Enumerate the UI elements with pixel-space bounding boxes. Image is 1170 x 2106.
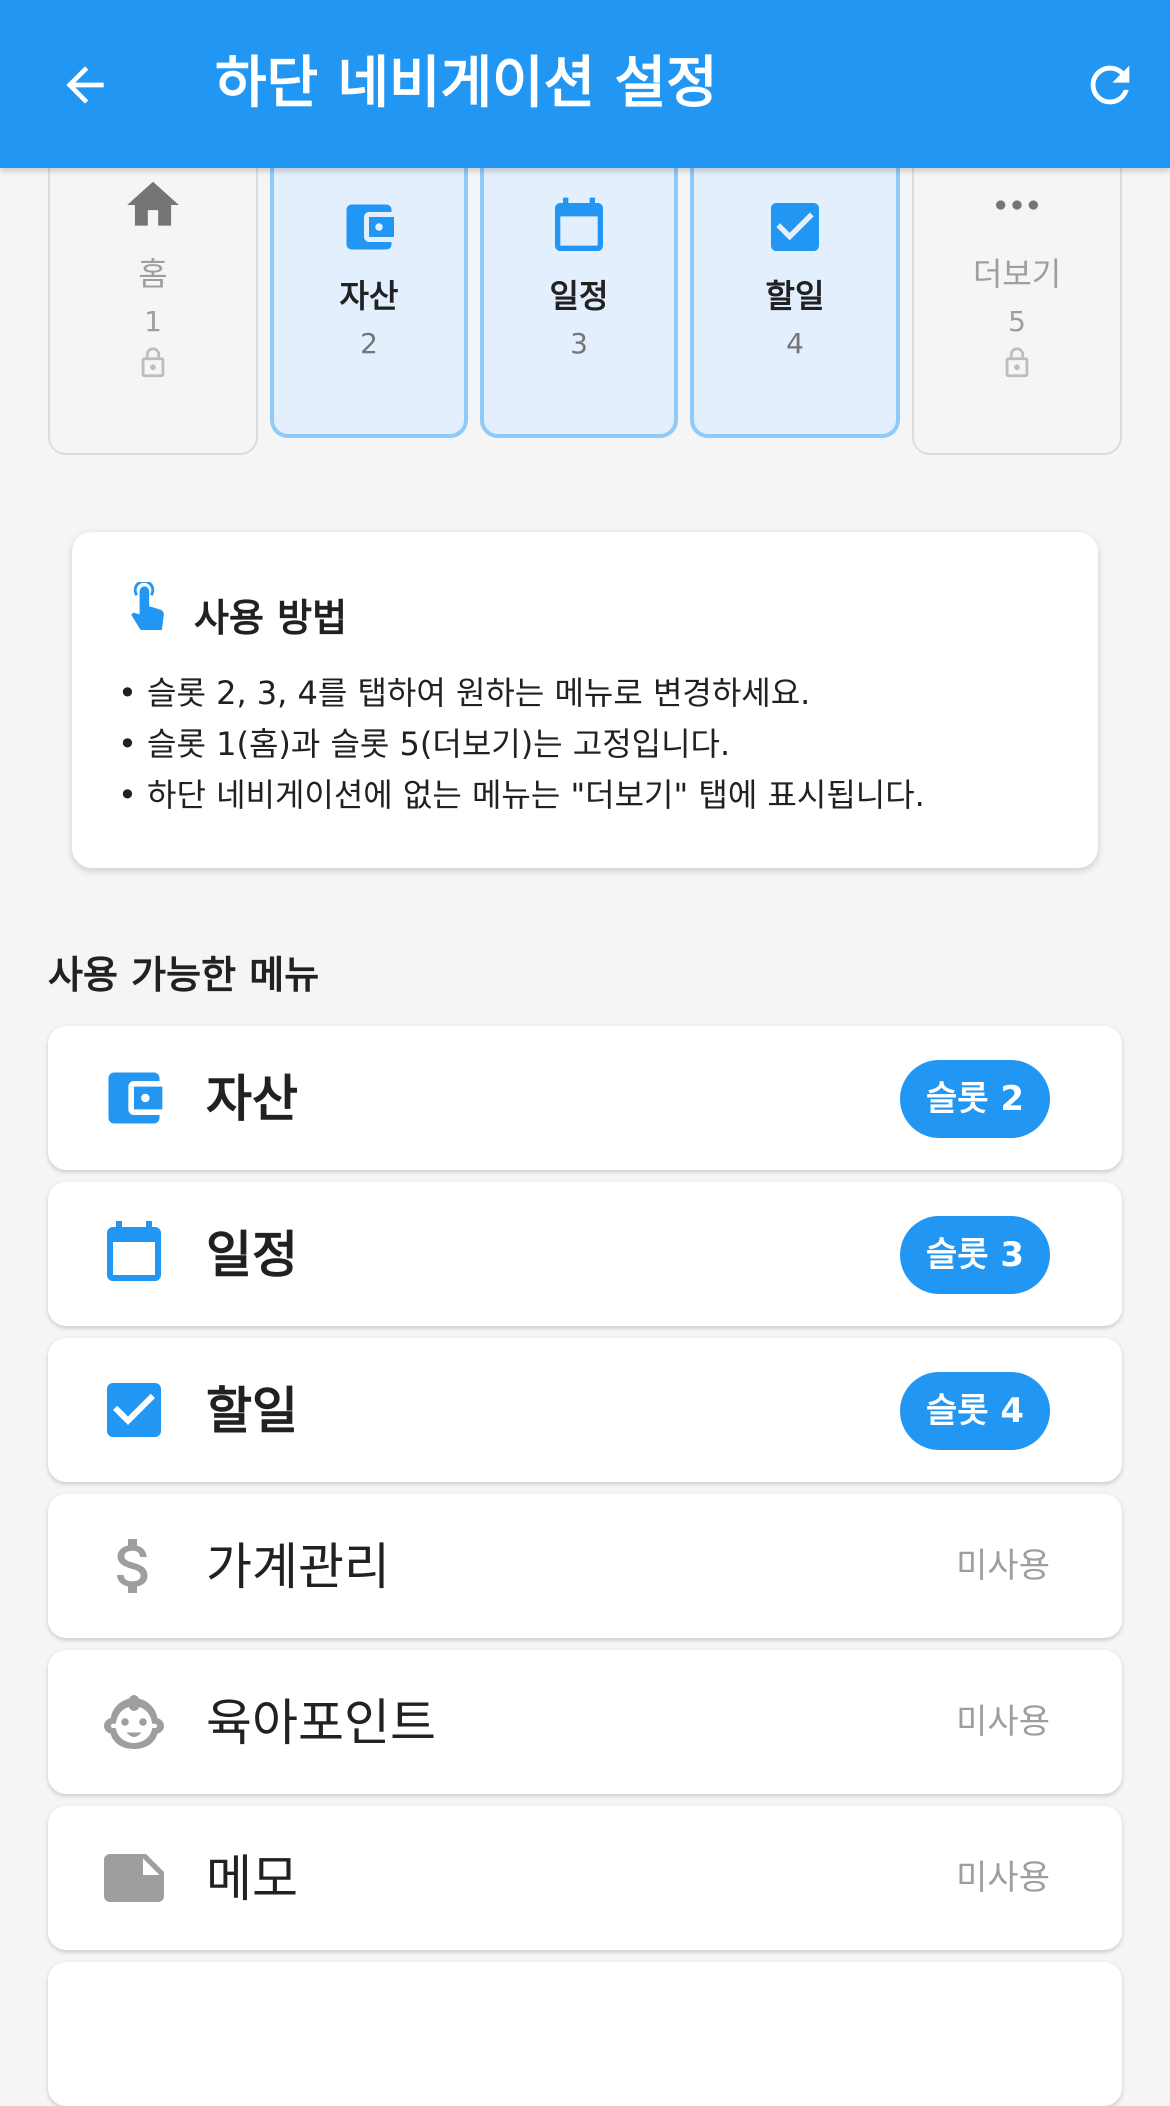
usage-info-line: • 슬롯 2, 3, 4를 탭하여 원하는 메뉴로 변경하세요. (118, 674, 811, 712)
menu-item-memo[interactable]: 메모 미사용 (48, 1806, 1122, 1950)
slot-label: 홈 (138, 255, 168, 293)
usage-info-header: 사용 방법 (126, 579, 348, 646)
usage-info-title: 사용 방법 (194, 595, 348, 640)
menu-item-label: 가계관리 (206, 1538, 390, 1596)
menu-item-schedule[interactable]: 일정 슬롯 3 (48, 1182, 1122, 1326)
bottom-nav-preview: 홈 1 자산 2 일정 3 할일 4 더보기 5 (0, 120, 1170, 455)
slot-number: 3 (570, 327, 588, 360)
slot-badge: 슬롯 2 (899, 1060, 1050, 1138)
lock-icon (136, 346, 170, 384)
usage-info-card: 사용 방법 • 슬롯 2, 3, 4를 탭하여 원하는 메뉴로 변경하세요. •… (72, 532, 1098, 868)
menu-item-household[interactable]: 가계관리 미사용 (48, 1494, 1122, 1638)
slot-badge: 슬롯 4 (899, 1372, 1050, 1450)
wallet-icon (339, 194, 399, 260)
menu-item-label: 할일 (206, 1382, 298, 1440)
menu-item-label: 육아포인트 (206, 1694, 436, 1752)
available-menus-title: 사용 가능한 메뉴 (48, 953, 320, 997)
menu-item-label: 자산 (206, 1070, 298, 1128)
menu-item-parenting-points[interactable]: 육아포인트 미사용 (48, 1650, 1122, 1794)
menu-item-label: 메모 (206, 1850, 298, 1908)
slot-1: 홈 1 (48, 140, 258, 455)
slot-number: 5 (1008, 305, 1026, 338)
unused-status: 미사용 (956, 1546, 1050, 1586)
menu-item-label: 일정 (206, 1226, 298, 1284)
checkbox-icon (98, 1374, 170, 1446)
slot-2[interactable]: 자산 2 (270, 140, 468, 438)
menu-item-todo[interactable]: 할일 슬롯 4 (48, 1338, 1122, 1482)
slot-badge: 슬롯 3 (899, 1216, 1050, 1294)
page-title: 하단 네비게이션 설정 (215, 51, 718, 116)
slot-label: 자산 (339, 277, 399, 315)
home-icon (122, 172, 184, 238)
menu-item-assets[interactable]: 자산 슬롯 2 (48, 1026, 1122, 1170)
calendar-icon (547, 194, 611, 260)
app-bar: 하단 네비게이션 설정 (0, 0, 1170, 168)
lock-icon (1000, 346, 1034, 384)
unused-status: 미사용 (956, 1702, 1050, 1742)
back-button[interactable] (50, 50, 120, 120)
refresh-icon (1090, 65, 1130, 105)
wallet-icon (98, 1062, 170, 1134)
baby-face-icon (98, 1686, 170, 1758)
checkbox-icon (763, 194, 827, 260)
slot-4[interactable]: 할일 4 (690, 140, 900, 438)
arrow-back-icon (66, 66, 104, 104)
slot-5: 더보기 5 (912, 140, 1122, 455)
slot-number: 1 (144, 305, 162, 338)
touch-icon (126, 579, 174, 646)
usage-info-list: • 슬롯 2, 3, 4를 탭하여 원하는 메뉴로 변경하세요. • 슬롯 1(… (118, 668, 925, 821)
slot-label: 더보기 (972, 255, 1062, 293)
slot-number: 2 (360, 327, 378, 360)
menu-item-partial[interactable] (48, 1962, 1122, 2106)
dollar-icon (98, 1530, 170, 1602)
refresh-button[interactable] (1075, 50, 1145, 120)
unused-status: 미사용 (956, 1858, 1050, 1898)
slot-label: 할일 (765, 277, 825, 315)
usage-info-line: • 슬롯 1(홈)과 슬롯 5(더보기)는 고정입니다. (118, 725, 731, 763)
more-icon (989, 172, 1045, 238)
slot-number: 4 (786, 327, 804, 360)
slot-3[interactable]: 일정 3 (480, 140, 678, 438)
usage-info-line: • 하단 네비게이션에 없는 메뉴는 "더보기" 탭에 표시됩니다. (118, 776, 925, 814)
slot-label: 일정 (549, 277, 609, 315)
note-icon (98, 1842, 170, 1914)
calendar-icon (98, 1218, 170, 1290)
